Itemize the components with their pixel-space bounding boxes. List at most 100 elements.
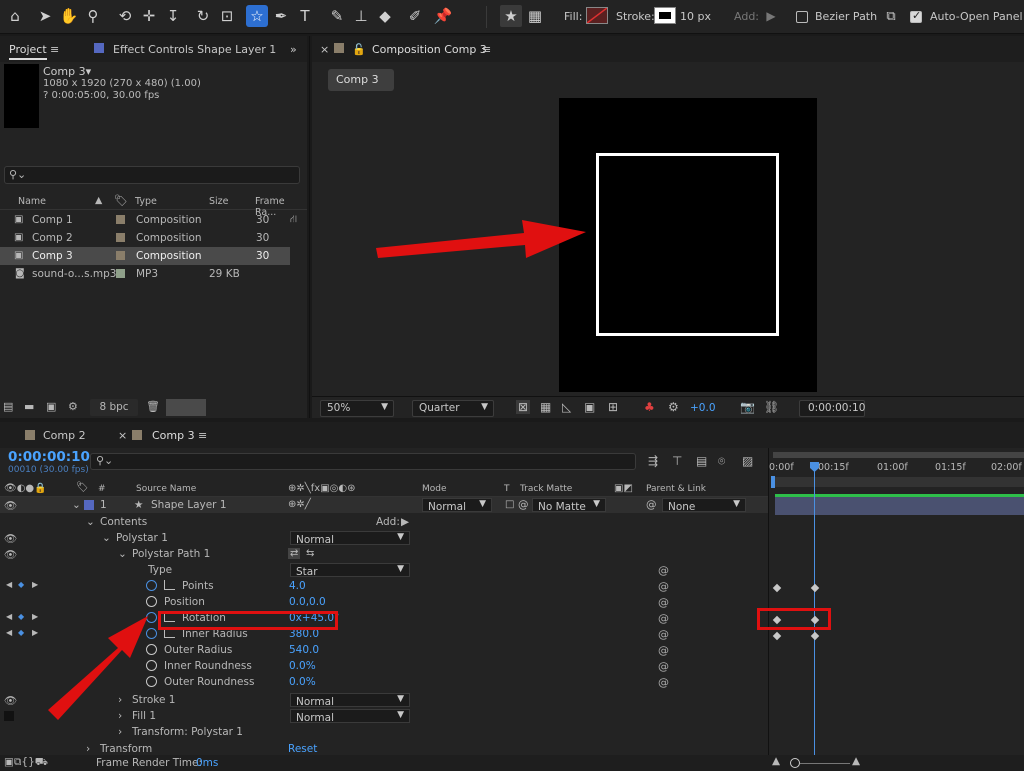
stroke-width-value[interactable]: 10 px — [680, 10, 711, 23]
comp-mini-flowchart-icon[interactable]: ⇶ — [648, 454, 658, 468]
visibility-off-box[interactable] — [4, 711, 14, 721]
prev-keyframe-icon[interactable]: ◀ — [6, 580, 12, 589]
transform-label[interactable]: Transform — [100, 743, 152, 755]
square-shape[interactable] — [596, 153, 779, 336]
workspace-icon[interactable]: ⧉ — [880, 5, 902, 27]
exposure-value[interactable]: +0.0 — [690, 402, 716, 414]
label-tag-icon[interactable]: 🏷 — [76, 482, 89, 493]
thumbnail-slider[interactable] — [166, 399, 206, 416]
draft-3d-icon[interactable]: ⊤ — [672, 454, 682, 468]
layer-name[interactable]: Shape Layer 1 — [151, 499, 227, 511]
reverse-path-icon[interactable]: ⇆ — [306, 548, 314, 559]
prev-keyframe-icon[interactable]: ◀ — [6, 628, 12, 637]
transform-reset-link[interactable]: Reset — [288, 743, 317, 755]
expand-chevron-icon[interactable]: › — [86, 743, 90, 755]
pan-behind-tool-icon[interactable]: ⊡ — [216, 5, 238, 27]
viewer-timecode[interactable]: 0:00:00:10 — [799, 400, 865, 417]
tab-comp-3[interactable]: Comp 3 — [152, 429, 195, 442]
work-area-start[interactable] — [771, 476, 775, 488]
preserve-transparency-box[interactable]: □ — [505, 499, 514, 510]
label-swatch[interactable] — [116, 233, 125, 242]
next-keyframe-icon[interactable]: ▶ — [32, 628, 38, 637]
layer-mode-dropdown[interactable]: Normal ▼ — [422, 498, 492, 513]
parent-pickwhip-icon[interactable]: @ — [646, 499, 657, 511]
add-content-button-icon[interactable]: ▶ — [401, 516, 409, 528]
flowchart-icon[interactable]: ⛙ — [290, 214, 297, 227]
inner-roundness-value[interactable]: 0.0% — [289, 660, 316, 672]
col-track-matte[interactable]: Track Matte — [520, 484, 572, 494]
auto-open-panel-checkbox[interactable] — [910, 9, 922, 23]
rotate-tool-icon[interactable]: ↻ — [192, 5, 214, 27]
polystar-blend-dropdown[interactable]: Normal ▼ — [290, 531, 410, 546]
star-type-dropdown[interactable]: Star ▼ — [290, 563, 410, 578]
polystar-label[interactable]: Polystar 1 — [116, 532, 168, 544]
fill-blend-dropdown[interactable]: Normal ▼ — [290, 709, 410, 724]
bit-depth-button[interactable]: 8 bpc — [90, 399, 138, 416]
layer-label-swatch[interactable] — [84, 500, 94, 510]
star-tool-icon[interactable]: ☆ — [246, 5, 268, 27]
next-keyframe-icon[interactable]: ▶ — [32, 612, 38, 621]
star-shape-preset-icon[interactable]: ★ — [500, 5, 522, 27]
lock-icon[interactable]: 🔓 — [352, 43, 366, 56]
transform-polystar-label[interactable]: Transform: Polystar 1 — [132, 726, 243, 738]
expression-pickwhip-icon[interactable]: @ — [658, 580, 669, 593]
keyframe-inner-radius-current[interactable] — [810, 631, 820, 641]
expand-chevron-icon[interactable]: › — [118, 726, 122, 738]
stroke-blend-dropdown[interactable]: Normal ▼ — [290, 693, 410, 708]
expression-pickwhip-icon[interactable]: @ — [658, 660, 669, 673]
comp-breadcrumb[interactable]: Comp 3 — [328, 69, 394, 91]
stopwatch-icon[interactable] — [146, 580, 157, 591]
close-tab-icon[interactable]: × — [320, 43, 329, 56]
transform-polystar-row[interactable]: › Transform: Polystar 1 — [0, 724, 768, 740]
stroke-swatch[interactable] — [654, 7, 676, 24]
path-direction-icon[interactable]: ⇄ — [288, 548, 301, 559]
track-matte-dropdown[interactable]: No Matte ▼ — [532, 498, 606, 513]
footer-toggle-icons[interactable]: ▣⧉{}⛟ — [4, 756, 48, 770]
matte-pickwhip-icon[interactable]: @ — [518, 499, 529, 511]
points-value[interactable]: 4.0 — [289, 580, 306, 592]
visibility-eye-icon[interactable]: 👁 — [4, 694, 17, 707]
fast-preview-icon[interactable]: ⊠ — [516, 400, 531, 414]
grid-guides-icon[interactable]: ⊞ — [608, 400, 618, 414]
shy-switch-icons[interactable]: ⊕✲╱ — [288, 499, 311, 510]
expression-pickwhip-icon[interactable]: @ — [658, 628, 669, 641]
expand-chevron-icon[interactable]: ⌄ — [118, 548, 127, 560]
outer-radius-value[interactable]: 540.0 — [289, 644, 319, 656]
graph-icon[interactable] — [164, 580, 175, 590]
col-source-name[interactable]: Source Name — [136, 484, 196, 494]
comp-canvas[interactable] — [559, 98, 817, 392]
orbit-camera-icon[interactable]: ⟲ — [114, 5, 136, 27]
pan-camera-icon[interactable]: ✛ — [138, 5, 160, 27]
new-folder-icon[interactable]: ▬ — [24, 400, 34, 413]
pen-tool-icon[interactable]: ✒ — [270, 5, 292, 27]
expand-chevron-icon[interactable]: ⌄ — [72, 499, 81, 511]
label-swatch[interactable] — [116, 215, 125, 224]
project-item[interactable]: ◙ sound-o...s.mp3 MP3 29 KB — [0, 265, 290, 283]
visibility-eye-icon[interactable]: 👁 — [4, 548, 17, 561]
trash-icon[interactable]: 🗑 — [146, 400, 160, 413]
hand-tool-icon[interactable]: ✋ — [58, 5, 80, 27]
timeline-graph[interactable]: 0:00f 00:15f 01:00f 01:15f 02:00f — [757, 448, 1024, 755]
label-swatch[interactable] — [116, 269, 125, 278]
selection-tool-icon[interactable]: ➤ — [34, 5, 56, 27]
viewer-menu-icon[interactable]: ≡ — [482, 43, 491, 56]
polystar-path-row[interactable]: 👁 ⌄ Polystar Path 1 ⇄ ⇆ — [0, 546, 768, 562]
project-settings-icon[interactable]: ⚙ — [68, 400, 78, 413]
time-navigator[interactable] — [773, 477, 1024, 487]
add-keyframe-icon[interactable]: ◆ — [18, 580, 24, 589]
brush-tool-icon[interactable]: ✎ — [326, 5, 348, 27]
col-name[interactable]: Name — [18, 196, 46, 207]
resolution-dropdown[interactable]: Quarter ▼ — [412, 400, 494, 417]
col-type[interactable]: Type — [135, 196, 157, 207]
keyframe-points-current[interactable] — [810, 583, 820, 593]
add-button-icon[interactable]: ▶ — [760, 5, 782, 27]
eraser-tool-icon[interactable]: ◆ — [374, 5, 396, 27]
motion-blur-icon[interactable]: ⌾ — [718, 454, 725, 469]
expression-pickwhip-icon[interactable]: @ — [658, 644, 669, 657]
visibility-eye-icon[interactable]: 👁 — [4, 499, 17, 512]
col-size[interactable]: Size — [209, 196, 229, 207]
show-snapshot-icon[interactable]: ⛓ — [764, 400, 779, 414]
zoom-slider-knob[interactable] — [790, 758, 800, 768]
timeline-search-input[interactable]: ⚲⌄ — [90, 453, 636, 470]
mask-visibility-icon[interactable]: ◺ — [562, 400, 571, 414]
